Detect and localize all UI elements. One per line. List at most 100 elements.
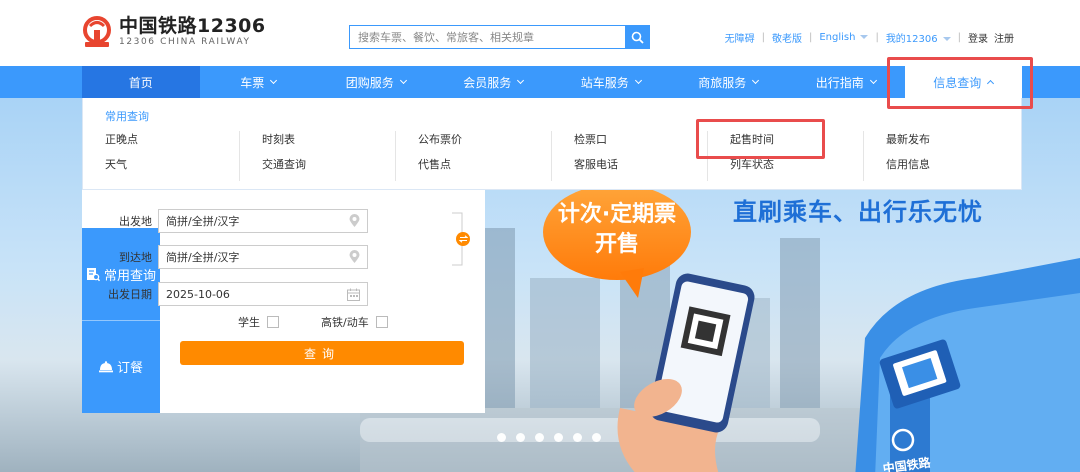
login-link[interactable]: 登录 — [968, 30, 988, 45]
caret-down-icon — [942, 37, 951, 41]
dropdown-column: 公布票价 代售点 — [395, 131, 551, 181]
menu-item-sale-time[interactable]: 起售时间 — [708, 131, 863, 156]
from-row: 出发地 简拼/全拼/汉字 — [100, 209, 368, 233]
divider: | — [808, 32, 813, 43]
nav-station-service[interactable]: 站车服务 — [552, 66, 670, 98]
logo-title: 中国铁路12306 — [119, 15, 266, 37]
nav-home[interactable]: 首页 — [82, 66, 200, 98]
location-pin-icon — [349, 250, 360, 263]
menu-item-hotline[interactable]: 客服电话 — [552, 156, 707, 181]
nav-label: 站车服务 — [580, 75, 629, 90]
phone-qr-illustration — [617, 273, 755, 472]
site-header: 中国铁路12306 12306 CHINA RAILWAY 无障碍 | 敬老版 … — [0, 0, 1080, 66]
menu-item-weather[interactable]: 天气 — [83, 156, 239, 181]
accessible-link[interactable]: 无障碍 — [725, 30, 755, 45]
date-row: 出发日期 2025-10-06 — [100, 282, 368, 306]
nav-label: 会员服务 — [463, 75, 512, 90]
dropdown-section-title: 常用查询 — [105, 110, 149, 123]
menu-item-latest[interactable]: 最新发布 — [864, 131, 1019, 156]
menu-item-timetable[interactable]: 时刻表 — [240, 131, 395, 156]
carousel-dots — [497, 433, 611, 442]
query-button[interactable]: 查询 — [180, 341, 464, 365]
elder-mode-link[interactable]: 敬老版 — [772, 30, 802, 45]
register-link[interactable]: 注册 — [994, 30, 1014, 45]
highspeed-label: 高铁/动车 — [321, 316, 369, 329]
date-label: 出发日期 — [108, 288, 152, 301]
from-station-value: 简拼/全拼/汉字 — [166, 215, 240, 228]
language-label: English — [819, 32, 856, 43]
to-row: 到达地 简拼/全拼/汉字 — [100, 245, 368, 269]
divider: | — [957, 32, 961, 43]
carousel-dot[interactable] — [592, 433, 601, 442]
nav-label: 出行指南 — [815, 75, 864, 90]
bubble-line-1: 计次·定期票 — [557, 202, 677, 227]
swap-arrows-icon — [458, 235, 468, 243]
site-logo[interactable]: 中国铁路12306 12306 CHINA RAILWAY — [80, 15, 266, 49]
departure-date-input[interactable]: 2025-10-06 — [158, 282, 368, 306]
dropdown-column: 最新发布 信用信息 — [863, 131, 1019, 181]
menu-item-traffic[interactable]: 交通查询 — [240, 156, 395, 181]
banner-slogan: 直刷乘车、出行乐无忧 — [733, 198, 983, 226]
carousel-dot[interactable] — [535, 433, 544, 442]
nav-business-travel[interactable]: 商旅服务 — [670, 66, 788, 98]
nav-label: 商旅服务 — [698, 75, 747, 90]
carousel-dot[interactable] — [573, 433, 582, 442]
chevron-down-icon — [869, 76, 877, 84]
departure-date-value: 2025-10-06 — [166, 287, 230, 301]
divider: | — [875, 32, 879, 43]
tab-label: 订餐 — [116, 361, 143, 376]
nav-label: 团购服务 — [345, 75, 394, 90]
carousel-dot[interactable] — [554, 433, 563, 442]
student-label: 学生 — [238, 316, 260, 329]
caret-down-icon — [860, 35, 869, 39]
chevron-down-icon — [517, 76, 525, 84]
carousel-dot[interactable] — [516, 433, 525, 442]
site-search — [349, 25, 650, 49]
menu-item-gate[interactable]: 检票口 — [552, 131, 707, 156]
nav-info-query[interactable]: 信息查询 — [904, 66, 1022, 98]
menu-item-credit[interactable]: 信用信息 — [864, 156, 1019, 181]
nav-label: 首页 — [128, 75, 153, 90]
to-label: 到达地 — [119, 251, 152, 264]
nav-label: 车票 — [240, 75, 265, 90]
search-icon — [631, 31, 644, 44]
food-cloche-icon — [98, 360, 113, 372]
railway-logo-icon — [83, 16, 111, 47]
to-station-input[interactable]: 简拼/全拼/汉字 — [158, 245, 368, 269]
student-checkbox[interactable] — [267, 316, 279, 328]
top-links: 无障碍 | 敬老版 | English | 我的12306 | 登录 注册 — [725, 30, 1014, 45]
language-selector[interactable]: English — [819, 32, 869, 43]
menu-item-train-status[interactable]: 列车状态 — [708, 156, 863, 181]
location-pin-icon — [349, 214, 360, 227]
nav-member-service[interactable]: 会员服务 — [435, 66, 553, 98]
divider: | — [761, 32, 765, 43]
search-input[interactable] — [350, 26, 625, 48]
nav-label: 信息查询 — [933, 75, 982, 90]
main-nav: 首页 车票 团购服务 会员服务 站车服务 商旅服务 出行指南 信息查询 — [0, 66, 1080, 98]
my12306-menu[interactable]: 我的12306 — [886, 30, 951, 45]
menu-item-agents[interactable]: 代售点 — [396, 156, 551, 181]
nav-travel-guide[interactable]: 出行指南 — [787, 66, 905, 98]
info-query-dropdown: 常用查询 正晚点 天气 时刻表 交通查询 公布票价 代售点 检票口 客服电话 起… — [82, 98, 1022, 190]
menu-item-delay[interactable]: 正晚点 — [83, 131, 239, 156]
document-search-icon — [86, 267, 100, 281]
tab-common-query[interactable]: 常用查询 — [82, 228, 160, 320]
swap-stations-button[interactable] — [456, 232, 470, 246]
nav-group-service[interactable]: 团购服务 — [317, 66, 435, 98]
nav-tickets[interactable]: 车票 — [200, 66, 318, 98]
to-station-value: 简拼/全拼/汉字 — [166, 251, 240, 264]
tab-meal-order[interactable]: 订餐 — [82, 320, 160, 412]
dropdown-column: 正晚点 天气 — [83, 131, 239, 181]
highspeed-checkbox[interactable] — [375, 316, 388, 328]
search-button[interactable] — [625, 26, 649, 48]
chevron-down-icon — [752, 76, 760, 84]
menu-item-fares[interactable]: 公布票价 — [396, 131, 551, 156]
chevron-down-icon — [634, 76, 642, 84]
chevron-down-icon — [399, 76, 407, 84]
chevron-up-icon — [987, 79, 995, 88]
dropdown-column: 时刻表 交通查询 — [239, 131, 395, 181]
my12306-label: 我的12306 — [885, 34, 938, 45]
chevron-down-icon — [270, 76, 278, 84]
from-station-input[interactable]: 简拼/全拼/汉字 — [158, 209, 368, 233]
carousel-dot[interactable] — [497, 433, 506, 442]
